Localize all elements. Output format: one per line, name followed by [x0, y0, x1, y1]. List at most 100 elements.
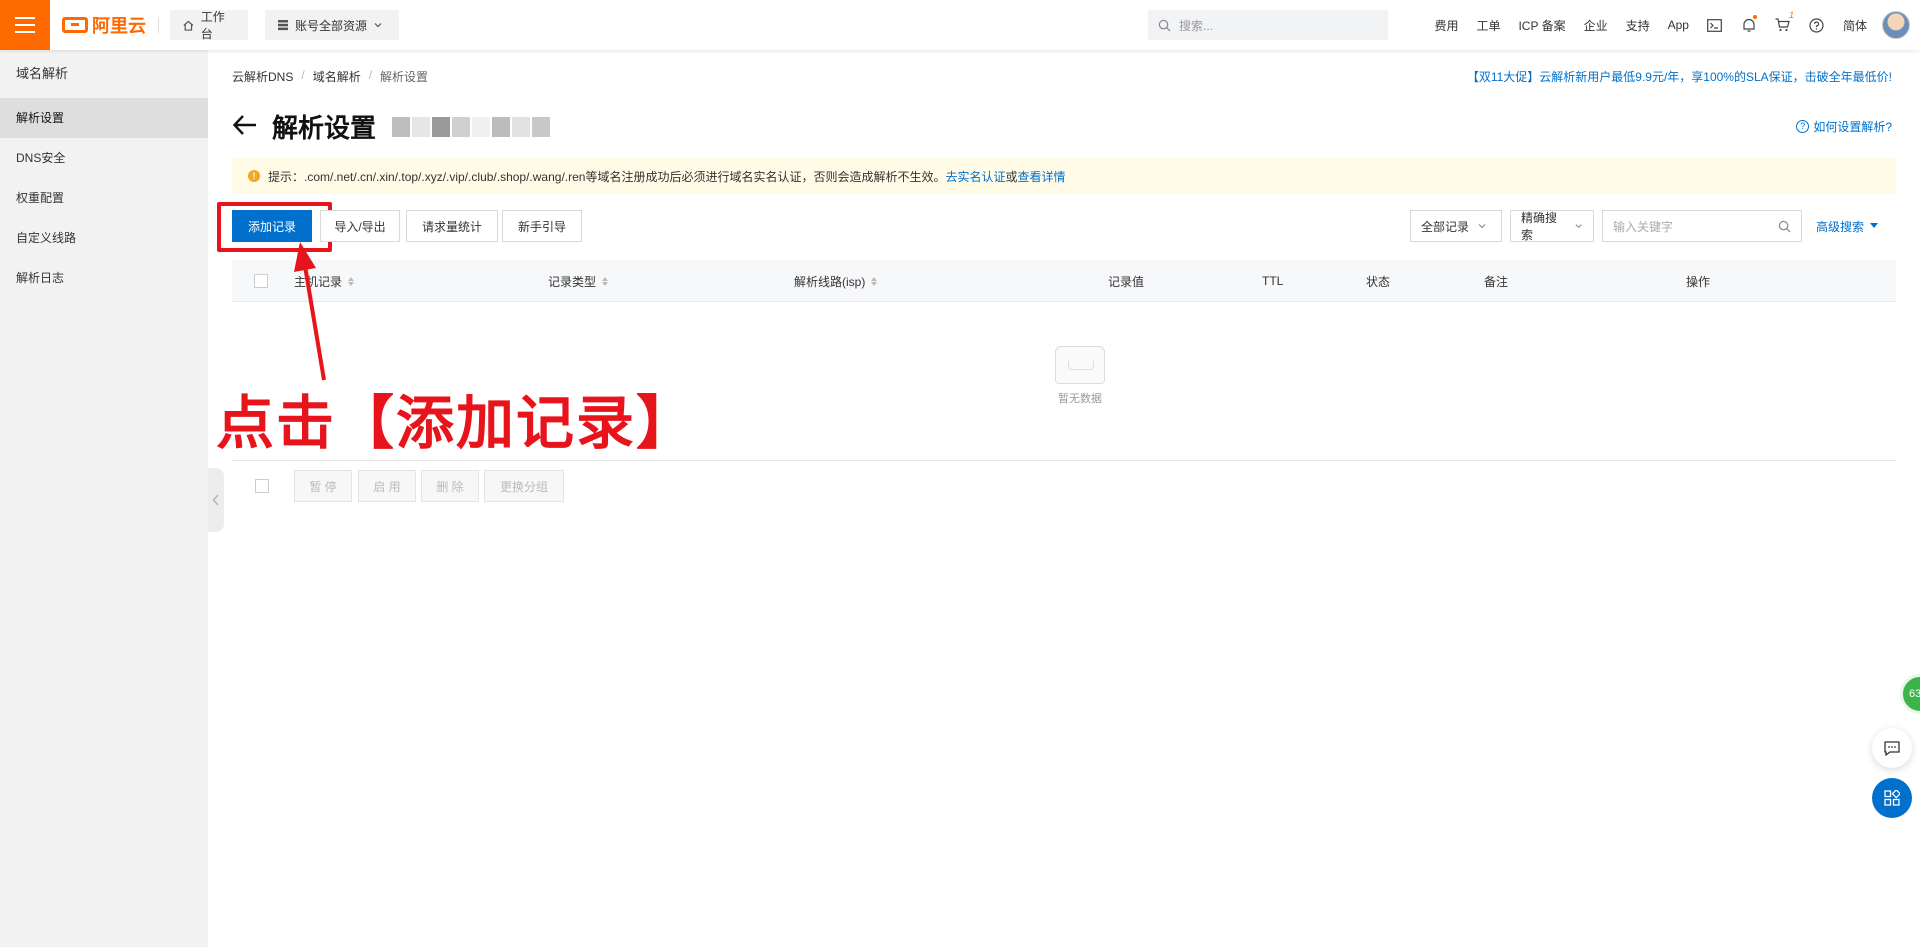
question-icon: ?: [1796, 120, 1810, 133]
annotation-arrow: [294, 242, 326, 381]
breadcrumb-separator: /: [368, 68, 373, 82]
nav-support[interactable]: 支持: [1617, 17, 1659, 34]
breadcrumb-separator: /: [301, 68, 305, 82]
global-search-input[interactable]: 搜索...: [1148, 10, 1388, 40]
empty-text: 暂无数据: [1058, 393, 1102, 405]
resources-dropdown[interactable]: 账号全部资源: [265, 10, 399, 40]
empty-state: 暂无数据: [1040, 346, 1120, 406]
top-navbar: 阿里云 工作台 账号全部资源 搜索... 费用 工单 ICP 备案 企业 支持 …: [0, 0, 1920, 50]
column-label: 备注: [1484, 274, 1509, 289]
column-actions: 操作: [1686, 260, 1710, 302]
enable-button[interactable]: 启 用: [358, 470, 416, 502]
chevron-left-icon: [212, 494, 219, 506]
change-group-button[interactable]: 更换分组: [484, 470, 564, 502]
record-filter-select[interactable]: 全部记录: [1410, 210, 1502, 242]
column-ttl: TTL: [1262, 260, 1283, 302]
sidebar: 域名解析 解析设置 DNS安全 权重配置 自定义线路 解析日志: [0, 50, 208, 947]
sidebar-item-weight-config[interactable]: 权重配置: [0, 178, 208, 218]
floating-score-badge[interactable]: 63: [1900, 674, 1920, 714]
logo-mark: [62, 17, 88, 33]
nav-enterprise[interactable]: 企业: [1575, 17, 1617, 34]
column-label: TTL: [1262, 274, 1284, 288]
nav-app[interactable]: App: [1659, 18, 1698, 32]
sidebar-item-dns-settings[interactable]: 解析设置: [0, 98, 208, 138]
cart-badge: 1: [1788, 10, 1794, 20]
avatar[interactable]: [1882, 11, 1910, 39]
import-export-button[interactable]: 导入/导出: [320, 210, 400, 242]
menu-icon[interactable]: [0, 0, 50, 50]
help-icon[interactable]: [1800, 17, 1834, 33]
chat-icon[interactable]: [1872, 728, 1912, 768]
column-record-type[interactable]: 记录类型: [548, 260, 609, 302]
server-icon: [278, 20, 288, 31]
request-stats-button[interactable]: 请求量统计: [406, 210, 498, 242]
real-name-verify-link[interactable]: 去实名认证: [945, 170, 1005, 184]
notice-conj: 或: [1005, 169, 1018, 184]
how-to-resolve-link[interactable]: ? 如何设置解析?: [1796, 118, 1892, 135]
sidebar-item-dns-security[interactable]: DNS安全: [0, 138, 208, 178]
chevron-down-icon: [374, 23, 382, 28]
advanced-search-label: 高级搜索: [1816, 219, 1865, 234]
records-table-header: 主机记录 记录类型 解析线路(isp) 记录值 TTL 状态 备注 操作: [232, 260, 1896, 302]
beginner-guide-button[interactable]: 新手引导: [502, 210, 582, 242]
nav-ticket[interactable]: 工单: [1467, 17, 1509, 34]
breadcrumb-domain-resolve[interactable]: 域名解析: [313, 68, 361, 85]
column-resolve-line[interactable]: 解析线路(isp): [794, 260, 878, 302]
checkbox[interactable]: [254, 274, 268, 288]
keyword-search-input[interactable]: 输入关键字: [1602, 210, 1802, 242]
sidebar-item-custom-lines[interactable]: 自定义线路: [0, 218, 208, 258]
search-mode-value: 精确搜索: [1521, 211, 1558, 242]
column-remark: 备注: [1484, 260, 1508, 302]
sidebar-item-dns-log[interactable]: 解析日志: [0, 258, 208, 298]
empty-inbox-icon: [1055, 346, 1105, 384]
sidebar-title[interactable]: 域名解析: [0, 50, 208, 98]
chevron-down-icon: [1478, 224, 1486, 229]
breadcrumb-dns[interactable]: 云解析DNS: [232, 68, 293, 85]
nav-icp[interactable]: ICP 备案: [1509, 17, 1574, 34]
help-link-label: 如何设置解析?: [1813, 120, 1892, 134]
promo-link[interactable]: 【双11大促】云解析新用户最低9.9元/年，享100%的SLA保证，击破全年最低…: [1467, 68, 1892, 85]
redacted-domain-mosaic: [392, 116, 551, 137]
sort-icon[interactable]: [602, 276, 609, 286]
search-icon[interactable]: [1778, 220, 1791, 233]
checkbox[interactable]: [255, 479, 269, 493]
sort-icon[interactable]: [871, 276, 878, 286]
nav-billing[interactable]: 费用: [1425, 17, 1467, 34]
keyword-placeholder: 输入关键字: [1613, 219, 1674, 234]
top-nav-links: 费用 工单 ICP 备案 企业 支持 App 1 简体: [1425, 0, 1920, 50]
back-arrow-icon[interactable]: [232, 113, 258, 141]
delete-button[interactable]: 删 除: [421, 470, 479, 502]
column-label: 记录类型: [548, 274, 597, 289]
notice-text: 提示：.com/.net/.cn/.xin/.top/.xyz/.vip/.cl…: [268, 169, 946, 184]
column-label: 操作: [1686, 274, 1711, 289]
divider: [158, 17, 159, 33]
select-all-checkbox[interactable]: [254, 260, 268, 302]
batch-select-checkbox[interactable]: [255, 479, 269, 493]
app-grid-icon[interactable]: [1872, 778, 1912, 818]
language-switch[interactable]: 简体: [1834, 17, 1876, 34]
search-mode-select[interactable]: 精确搜索: [1510, 210, 1594, 242]
aliyun-logo[interactable]: 阿里云: [62, 14, 146, 36]
notice-banner: ! 提示：.com/.net/.cn/.xin/.top/.xyz/.vip/.…: [232, 158, 1896, 194]
resources-label: 账号全部资源: [295, 18, 368, 33]
logo-text: 阿里云: [92, 16, 146, 36]
home-icon: [183, 20, 194, 31]
annotation-label: 点击【添加记录】: [216, 389, 697, 457]
column-status: 状态: [1366, 260, 1390, 302]
cart-icon[interactable]: 1: [1766, 10, 1800, 32]
bell-icon[interactable]: [1732, 14, 1766, 33]
search-placeholder: 搜索...: [1179, 18, 1214, 33]
terminal-icon[interactable]: [1698, 18, 1732, 32]
advanced-search-toggle[interactable]: 高级搜索: [1816, 210, 1879, 242]
workbench-button[interactable]: 工作台: [170, 10, 248, 41]
breadcrumb-current: 解析设置: [380, 70, 429, 84]
sidebar-collapse-toggle[interactable]: [208, 468, 224, 532]
page-header: 解析设置: [232, 108, 551, 145]
pause-button[interactable]: 暂 停: [294, 470, 352, 502]
page-title: 解析设置: [272, 113, 377, 143]
batch-actions-bar: 暂 停 启 用 删 除 更换分组: [232, 470, 1896, 502]
workbench-label: 工作台: [200, 10, 225, 41]
chevron-down-icon: [1575, 224, 1582, 229]
view-details-link[interactable]: 查看详情: [1018, 170, 1066, 184]
column-label: 状态: [1366, 274, 1391, 289]
